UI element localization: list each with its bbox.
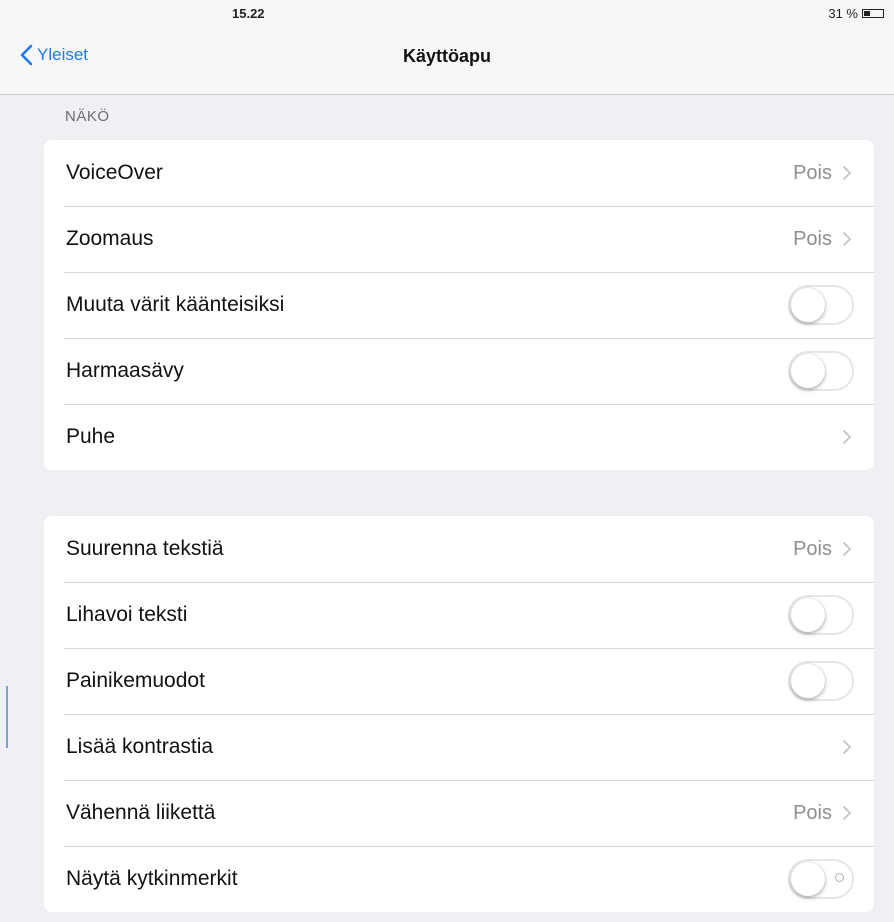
settings-row-label: Painikemuodot — [66, 669, 205, 692]
page-title: Käyttöapu — [402, 46, 491, 66]
settings-row-label: Muuta värit käänteisiksi — [66, 293, 285, 316]
settings-row-value: Pois — [793, 537, 832, 560]
chevron-right-icon — [843, 740, 851, 754]
battery-icon — [862, 9, 884, 18]
settings-row-suurenna-tekstia[interactable]: Suurenna tekstiä Pois — [44, 516, 874, 582]
settings-row-value: Pois — [793, 161, 832, 184]
toggle-switch[interactable] — [788, 595, 854, 635]
settings-row-label: VoiceOver — [66, 161, 163, 184]
navigation-bar: 15.22 31 % Yleiset Käyttöapu — [0, 0, 894, 95]
settings-row-label: Puhe — [66, 425, 116, 448]
settings-row-label: Vähennä liikettä — [66, 801, 216, 824]
chevron-right-icon — [843, 430, 851, 444]
toggle-switch[interactable] — [788, 285, 854, 325]
toggle-knob — [791, 598, 825, 632]
toggle-switch[interactable] — [788, 661, 854, 701]
battery-fill — [864, 11, 871, 16]
settings-row-label: Harmaasävy — [66, 359, 184, 382]
toggle-switch[interactable] — [788, 351, 854, 391]
settings-row-value: Pois — [793, 801, 832, 824]
toggle-switch[interactable] — [788, 859, 854, 899]
settings-row-harmaasavy[interactable]: Harmaasävy — [44, 338, 874, 404]
settings-group-text: Suurenna tekstiä Pois Lihavoi teksti Painik… — [44, 516, 874, 912]
settings-row-zoomaus[interactable]: Zoomaus Pois — [44, 206, 874, 272]
settings-row-painikemuodot[interactable]: Painikemuodot — [44, 648, 874, 714]
settings-row-label: Lihavoi teksti — [66, 603, 188, 626]
toggle-knob — [791, 664, 825, 698]
toggle-knob — [791, 862, 825, 896]
section-header-vision: NÄKÖ — [65, 108, 110, 125]
settings-row-value: Pois — [793, 227, 832, 250]
settings-row-label: Näytä kytkinmerkit — [66, 867, 238, 890]
settings-row-lihavoi-teksti[interactable]: Lihavoi teksti — [44, 582, 874, 648]
settings-row-puhe[interactable]: Puhe — [44, 404, 874, 470]
toggle-off-label-icon — [835, 873, 844, 882]
toggle-knob — [791, 354, 825, 388]
settings-row-nayta-kytkinmerkit[interactable]: Näytä kytkinmerkit — [44, 846, 874, 912]
settings-group-vision: VoiceOver Pois Zoomaus Pois Muuta värit kään… — [44, 140, 874, 470]
battery-percent: 31 % — [828, 6, 858, 21]
toggle-knob — [791, 288, 825, 322]
settings-row-muuta-varit-kaanteisiksi[interactable]: Muuta värit käänteisiksi — [44, 272, 874, 338]
settings-row-label: Lisää kontrastia — [66, 735, 214, 758]
chevron-right-icon — [843, 232, 851, 246]
chevron-right-icon — [843, 806, 851, 820]
chevron-right-icon — [843, 166, 851, 180]
settings-row-lisaa-kontrastia[interactable]: Lisää kontrastia — [44, 714, 874, 780]
settings-row-label: Zoomaus — [66, 227, 154, 250]
settings-row-voiceover[interactable]: VoiceOver Pois — [44, 140, 874, 206]
status-battery: 31 % — [828, 6, 884, 21]
status-time: 15.22 — [232, 6, 265, 21]
settings-row-label: Suurenna tekstiä — [66, 537, 224, 560]
edge-marker — [6, 686, 8, 748]
settings-row-vahenna-liiketta[interactable]: Vähennä liikettä Pois — [44, 780, 874, 846]
chevron-right-icon — [843, 542, 851, 556]
